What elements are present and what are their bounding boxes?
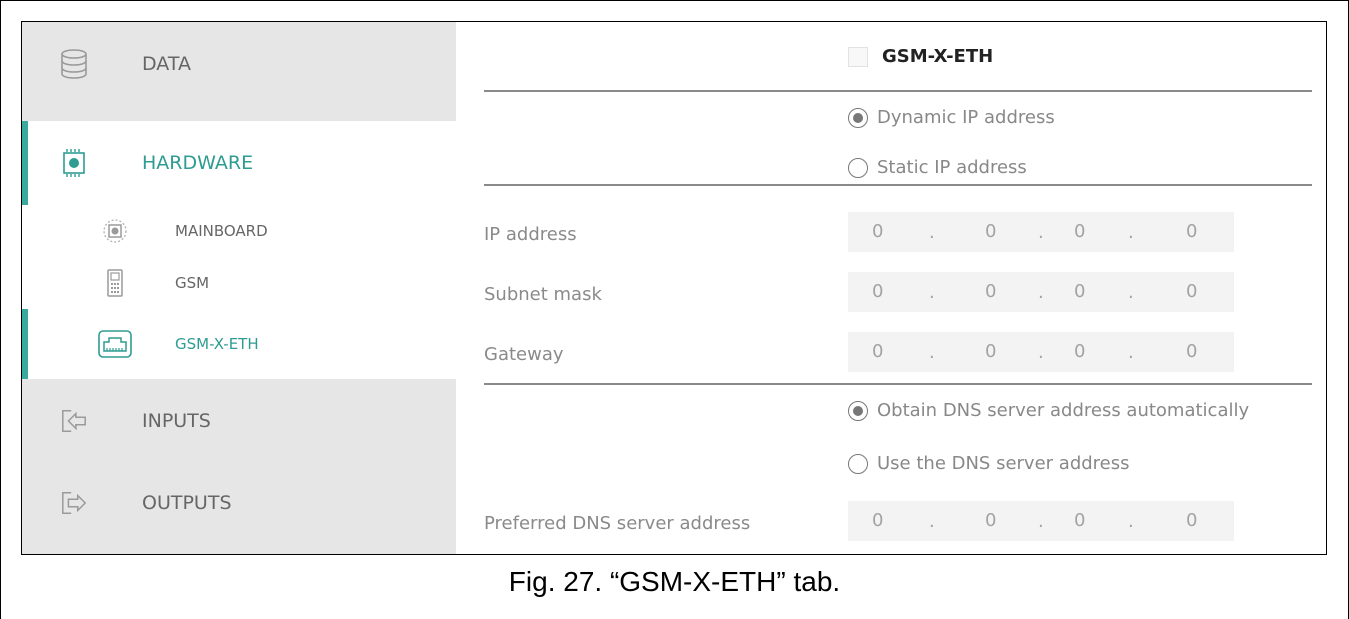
ip-separator: . — [929, 511, 935, 532]
radio-label: Use the DNS server address — [877, 453, 1130, 474]
subnet-mask-label: Subnet mask — [484, 284, 602, 305]
ip-separator: . — [929, 222, 935, 243]
gateway-input[interactable]: 0 . 0 . 0 . 0 — [848, 332, 1234, 372]
input-arrow-icon — [60, 407, 88, 435]
preferred-dns-label: Preferred DNS server address — [484, 513, 751, 534]
sidebar-item-hardware[interactable]: HARDWARE — [22, 121, 456, 205]
ip-octet: 0 — [1074, 341, 1086, 362]
ip-octet: 0 — [1186, 221, 1198, 242]
sidebar-item-label: GSM-X-ETH — [175, 335, 259, 353]
sidebar-item-gsm[interactable]: GSM — [22, 257, 456, 309]
subnet-mask-input[interactable]: 0 . 0 . 0 . 0 — [848, 272, 1234, 312]
sidebar-item-label: GSM — [175, 274, 210, 292]
radio-button[interactable] — [848, 107, 868, 128]
ip-octet: 0 — [985, 510, 997, 531]
settings-panel: GSM-X-ETH Dynamic IP address Static IP a… — [456, 22, 1326, 554]
sidebar-item-label: OUTPUTS — [142, 492, 232, 514]
sidebar-item-gsm-x-eth[interactable]: GSM-X-ETH — [22, 309, 456, 379]
active-indicator — [22, 121, 28, 205]
output-arrow-icon — [60, 489, 88, 517]
sidebar-item-mainboard[interactable]: MAINBOARD — [22, 205, 456, 257]
radio-button[interactable] — [848, 453, 868, 474]
enable-checkbox[interactable] — [848, 46, 868, 67]
ip-octet: 0 — [1074, 510, 1086, 531]
phone-icon — [101, 269, 129, 297]
divider — [484, 184, 1312, 186]
database-icon — [60, 49, 88, 79]
ip-octet: 0 — [985, 281, 997, 302]
sidebar-item-data[interactable]: DATA — [22, 22, 456, 106]
sidebar-item-label: HARDWARE — [142, 152, 254, 174]
active-indicator — [22, 309, 28, 379]
ip-octet: 0 — [985, 221, 997, 242]
preferred-dns-input[interactable]: 0 . 0 . 0 . 0 — [848, 501, 1234, 541]
sidebar-item-label: MAINBOARD — [175, 222, 268, 240]
ip-separator: . — [1038, 282, 1044, 303]
sidebar-item-outputs[interactable]: OUTPUTS — [22, 461, 456, 545]
ip-octet: 0 — [985, 341, 997, 362]
radio-label: Static IP address — [877, 157, 1027, 178]
gear-chip-icon — [101, 217, 129, 245]
radio-static-ip[interactable]: Static IP address — [848, 157, 1027, 178]
ethernet-icon — [98, 330, 132, 358]
divider — [484, 383, 1312, 385]
ip-octet: 0 — [1186, 510, 1198, 531]
ip-separator: . — [1128, 342, 1134, 363]
ip-separator: . — [1038, 511, 1044, 532]
chip-icon — [60, 149, 88, 177]
ip-separator: . — [1128, 222, 1134, 243]
ip-address-input[interactable]: 0 . 0 . 0 . 0 — [848, 212, 1234, 252]
radio-label: Obtain DNS server address automatically — [877, 400, 1250, 421]
ip-address-label: IP address — [484, 224, 577, 245]
radio-dns-auto[interactable]: Obtain DNS server address automatically — [848, 400, 1249, 421]
ip-octet: 0 — [872, 510, 884, 531]
divider — [484, 90, 1312, 92]
figure-caption: Fig. 27. “GSM-X-ETH” tab. — [508, 566, 841, 597]
sidebar: DATA HARDWARE MAINBOARD GSM GSM-X-ETH IN… — [22, 22, 456, 554]
ip-separator: . — [1038, 342, 1044, 363]
ip-separator: . — [929, 282, 935, 303]
ip-octet: 0 — [1186, 281, 1198, 302]
ip-separator: . — [1038, 222, 1044, 243]
panel-title: GSM-X-ETH — [882, 46, 994, 67]
ip-separator: . — [1128, 282, 1134, 303]
radio-button[interactable] — [848, 400, 868, 421]
ip-octet: 0 — [872, 221, 884, 242]
radio-dynamic-ip[interactable]: Dynamic IP address — [848, 107, 1055, 128]
ip-octet: 0 — [872, 341, 884, 362]
radio-dns-manual[interactable]: Use the DNS server address — [848, 453, 1130, 474]
sidebar-item-inputs[interactable]: INPUTS — [22, 379, 456, 463]
ip-separator: . — [1128, 511, 1134, 532]
ip-octet: 0 — [1074, 281, 1086, 302]
radio-label: Dynamic IP address — [877, 107, 1055, 128]
ip-octet: 0 — [1186, 341, 1198, 362]
ip-octet: 0 — [1074, 221, 1086, 242]
ip-separator: . — [929, 342, 935, 363]
sidebar-item-label: DATA — [142, 53, 191, 75]
ip-octet: 0 — [872, 281, 884, 302]
radio-button[interactable] — [848, 157, 868, 178]
gateway-label: Gateway — [484, 344, 564, 365]
screenshot-frame: DATA HARDWARE MAINBOARD GSM GSM-X-ETH IN… — [21, 21, 1327, 555]
panel-header: GSM-X-ETH — [848, 46, 993, 67]
sidebar-item-label: INPUTS — [142, 410, 211, 432]
